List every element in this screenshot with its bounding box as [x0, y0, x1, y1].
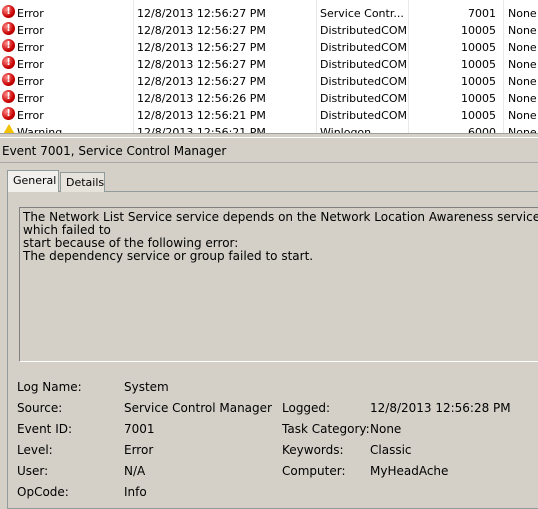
event-id: 10005: [461, 58, 496, 71]
event-level: Error: [17, 109, 44, 122]
logged-value: 12/8/2013 12:56:28 PM: [370, 401, 511, 415]
event-source: DistributedCOM: [320, 92, 407, 105]
event-level: Error: [17, 7, 44, 20]
event-row[interactable]: Warning 12/8/2013 12:56:21 PM Winlogon 6…: [0, 124, 538, 134]
event-detail-header: Event 7001, Service Control Manager: [0, 137, 538, 163]
event-date: 12/8/2013 12:56:27 PM: [137, 24, 266, 37]
warning-icon: [2, 124, 16, 133]
event-level: Error: [17, 75, 44, 88]
opcode-label: OpCode:: [17, 485, 69, 499]
event-id-value: 7001: [124, 422, 155, 436]
event-date: 12/8/2013 12:56:27 PM: [137, 75, 266, 88]
event-task-category: None: [508, 41, 537, 54]
log-name-label: Log Name:: [17, 380, 82, 394]
event-id: 7001: [468, 7, 496, 20]
event-row[interactable]: ! Error 12/8/2013 12:56:21 PM Distribute…: [0, 107, 538, 124]
event-level: Error: [17, 24, 44, 37]
keywords-value: Classic: [370, 443, 412, 457]
event-date: 12/8/2013 12:56:26 PM: [137, 92, 266, 105]
event-level: Error: [17, 58, 44, 71]
task-category-value: None: [370, 422, 402, 436]
event-row[interactable]: ! Error 12/8/2013 12:56:27 PM Distribute…: [0, 56, 538, 73]
event-task-category: None: [508, 92, 537, 105]
event-source: DistributedCOM: [320, 41, 407, 54]
event-task-category: None: [508, 109, 537, 122]
event-source: DistributedCOM: [320, 58, 407, 71]
event-source: DistributedCOM: [320, 75, 407, 88]
event-list[interactable]: ! Error 12/8/2013 12:56:27 PM Service Co…: [0, 0, 538, 134]
event-task-category: None: [508, 7, 537, 20]
error-icon: !: [2, 73, 15, 86]
event-date: 12/8/2013 12:56:27 PM: [137, 58, 266, 71]
event-task-category: None: [508, 58, 537, 71]
error-icon: !: [2, 22, 15, 35]
event-row[interactable]: ! Error 12/8/2013 12:56:27 PM Distribute…: [0, 39, 538, 56]
event-row[interactable]: ! Error 12/8/2013 12:56:27 PM Distribute…: [0, 22, 538, 39]
computer-label: Computer:: [282, 464, 346, 478]
event-date: 12/8/2013 12:56:27 PM: [137, 41, 266, 54]
event-message-text[interactable]: The Network List Service service depends…: [19, 207, 538, 362]
event-level: Error: [17, 41, 44, 54]
opcode-value: Info: [124, 485, 147, 499]
error-icon: !: [2, 90, 15, 103]
event-source: Winlogon: [320, 126, 372, 134]
task-category-label: Task Category:: [282, 422, 370, 436]
log-name-value: System: [124, 380, 169, 394]
error-icon: !: [2, 5, 15, 18]
event-task-category: None: [508, 75, 537, 88]
event-source: DistributedCOM: [320, 109, 407, 122]
event-date: 12/8/2013 12:56:21 PM: [137, 109, 266, 122]
tab-general[interactable]: General: [7, 170, 59, 192]
event-level: Warning: [17, 126, 63, 134]
user-label: User:: [17, 464, 49, 478]
user-value: N/A: [124, 464, 146, 478]
event-date: 12/8/2013 12:56:21 PM: [137, 126, 266, 134]
source-label: Source:: [17, 401, 63, 415]
event-source: Service Contr...: [320, 7, 404, 20]
level-value: Error: [124, 443, 154, 457]
error-icon: !: [2, 107, 15, 120]
event-level: Error: [17, 92, 44, 105]
level-label: Level:: [17, 443, 53, 457]
keywords-label: Keywords:: [282, 443, 344, 457]
event-id-label: Event ID:: [17, 422, 73, 436]
computer-value: MyHeadAche: [370, 464, 449, 478]
source-value: Service Control Manager: [124, 401, 272, 415]
event-id: 10005: [461, 92, 496, 105]
event-row[interactable]: ! Error 12/8/2013 12:56:27 PM Service Co…: [0, 5, 538, 22]
event-id: 10005: [461, 109, 496, 122]
event-date: 12/8/2013 12:56:27 PM: [137, 7, 266, 20]
tab-details[interactable]: Details: [60, 172, 105, 192]
event-id: 10005: [461, 41, 496, 54]
event-source: DistributedCOM: [320, 24, 407, 37]
event-id: 10005: [461, 24, 496, 37]
logged-label: Logged:: [282, 401, 331, 415]
event-task-category: None: [508, 126, 537, 134]
error-icon: !: [2, 39, 15, 52]
error-icon: !: [2, 56, 15, 69]
event-id: 10005: [461, 75, 496, 88]
event-task-category: None: [508, 24, 537, 37]
event-row[interactable]: ! Error 12/8/2013 12:56:26 PM Distribute…: [0, 90, 538, 107]
event-id: 6000: [468, 126, 496, 134]
event-row[interactable]: ! Error 12/8/2013 12:56:27 PM Distribute…: [0, 73, 538, 90]
